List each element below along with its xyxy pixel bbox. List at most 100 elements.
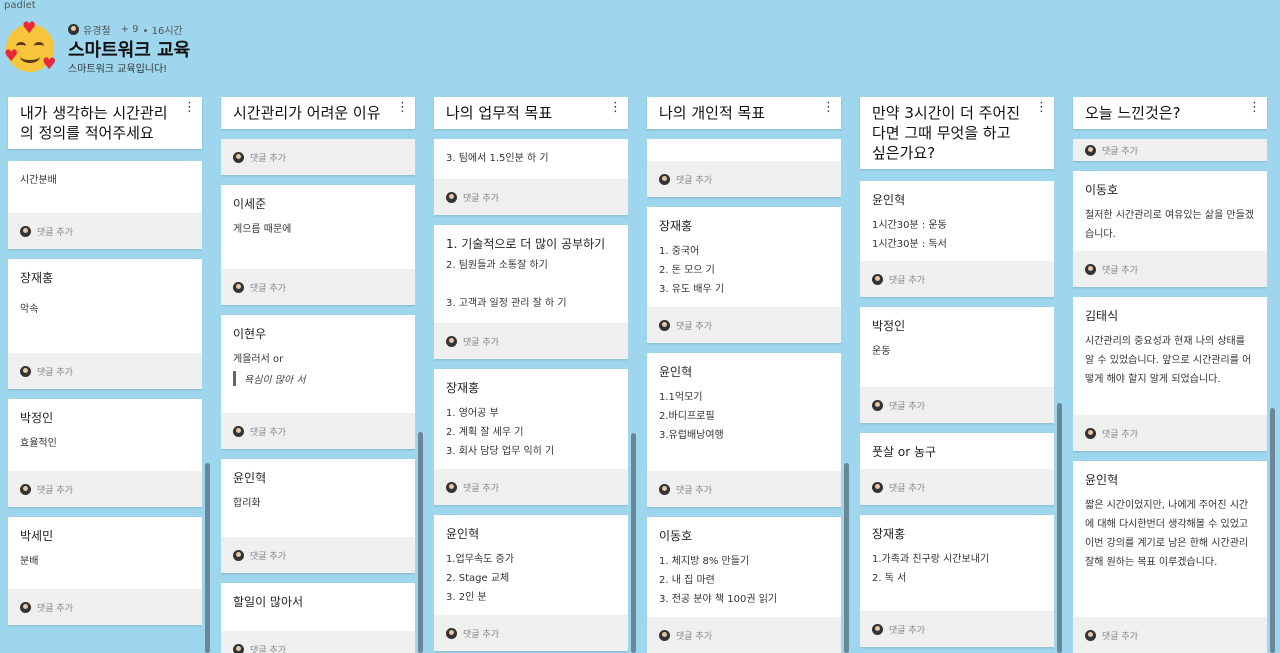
post-card[interactable]: 윤인혁 1.업무속도 증가 2. Stage 교체 3. 2인 분 댓글 추가 bbox=[434, 515, 628, 651]
post-card[interactable]: 박세민 분배 댓글 추가 bbox=[8, 517, 202, 625]
avatar bbox=[233, 151, 244, 163]
smiling-face-with-hearts-icon: ♥ ♥ ♥ bbox=[4, 18, 57, 73]
add-comment-button[interactable]: 댓글 추가 bbox=[221, 631, 415, 653]
post-card[interactable]: 이현우 게을러서 or 욕심이 많아 서 댓글 추가 bbox=[221, 315, 415, 449]
column-header[interactable]: 나의 개인적 목표 ⋮ bbox=[647, 97, 841, 129]
post-author: 1. 기술적으로 더 많이 공부하기 bbox=[446, 237, 606, 251]
column-3: 나의 개인적 목표 ⋮ bbox=[647, 97, 841, 129]
post-author: 장재홍 bbox=[446, 381, 480, 395]
post-card-partial[interactable]: 댓글 추가 bbox=[1073, 139, 1267, 161]
column-header[interactable]: 시간관리가 어려운 이유 ⋮ bbox=[221, 97, 415, 129]
like-count[interactable]: + 9 bbox=[121, 24, 139, 35]
avatar bbox=[872, 623, 883, 635]
more-options-icon[interactable]: ⋮ bbox=[822, 101, 835, 114]
post-card[interactable]: 풋살 or 농구 댓글 추가 bbox=[860, 433, 1054, 505]
post-card[interactable]: 장재홍 1.가족과 친구랑 시간보내기 2. 독 서 댓글 추가 bbox=[860, 515, 1054, 647]
post-card[interactable]: 박정인 운동 댓글 추가 bbox=[860, 307, 1054, 423]
add-comment-button[interactable]: 댓글 추가 bbox=[8, 589, 202, 625]
add-comment-button[interactable]: 댓글 추가 bbox=[1073, 617, 1267, 653]
add-comment-button[interactable]: 댓글 추가 bbox=[647, 161, 841, 197]
more-options-icon[interactable]: ⋮ bbox=[609, 101, 622, 114]
column-title: 시간관리가 어려운 이유 bbox=[233, 104, 381, 122]
add-comment-button[interactable]: 댓글 추가 bbox=[647, 471, 841, 507]
post-text: 합리화 bbox=[233, 498, 261, 509]
add-comment-button[interactable]: 댓글 추가 bbox=[221, 413, 415, 449]
column-2: 나의 업무적 목표 ⋮ bbox=[434, 97, 628, 129]
add-comment-button[interactable]: 댓글 추가 bbox=[221, 537, 415, 573]
post-card[interactable]: 이동호 철저한 시간관리로 여유있는 삶을 만들겠습니다. 댓글 추가 bbox=[1073, 171, 1267, 287]
post-card[interactable]: 이세준 게으름 때문에 댓글 추가 bbox=[221, 185, 415, 305]
avatar bbox=[1085, 629, 1096, 641]
avatar bbox=[872, 399, 883, 411]
column-header[interactable]: 내가 생각하는 시간관리의 정의를 적어주세요 ⋮ bbox=[8, 97, 202, 149]
add-comment-button[interactable]: 댓글 추가 bbox=[1073, 139, 1267, 161]
post-card[interactable]: 윤인혁 1.1억모기 2.바디프로필 3.유럽배낭여행 댓글 추가 bbox=[647, 353, 841, 507]
add-comment-button[interactable]: 댓글 추가 bbox=[8, 353, 202, 389]
post-text: 게을러서 or bbox=[233, 354, 284, 365]
add-comment-button[interactable]: 댓글 추가 bbox=[860, 469, 1054, 505]
post-card[interactable]: 윤인혁 합리화 댓글 추가 bbox=[221, 459, 415, 573]
column-scrollbar[interactable] bbox=[1057, 403, 1062, 653]
column-header[interactable]: 나의 업무적 목표 ⋮ bbox=[434, 97, 628, 129]
column-scrollbar[interactable] bbox=[418, 432, 423, 653]
post-card[interactable]: 할일이 많아서 댓글 추가 bbox=[221, 583, 415, 653]
add-comment-button[interactable]: 댓글 추가 bbox=[1073, 415, 1267, 451]
post-card[interactable]: 이동호 1. 체지방 8% 만들기 2. 내 집 마련 3. 전공 분야 책 1… bbox=[647, 517, 841, 653]
post-card[interactable]: 윤인혁 짧은 시간이었지만, 나에게 주어진 시간에 대해 다시한번더 생각해볼… bbox=[1073, 461, 1267, 653]
add-comment-button[interactable]: 댓글 추가 bbox=[860, 611, 1054, 647]
post-author: 이현우 bbox=[233, 327, 267, 341]
column-scrollbar[interactable] bbox=[631, 433, 636, 653]
add-comment-button[interactable]: 댓글 추가 bbox=[8, 471, 202, 507]
post-card[interactable]: 윤인혁 1시간30분 : 운동 1시간30분 : 독서 댓글 추가 bbox=[860, 181, 1054, 297]
more-options-icon[interactable]: ⋮ bbox=[1035, 101, 1048, 114]
avatar[interactable] bbox=[68, 24, 79, 35]
column-2-cards: 3. 팀에서 1.5인분 하 기 댓글 추가 1. 기술적으로 더 많이 공부하… bbox=[434, 139, 628, 653]
app-brand[interactable]: padlet bbox=[4, 0, 36, 11]
add-comment-button[interactable]: 댓글 추가 bbox=[434, 469, 628, 505]
post-card[interactable]: 장재홍 1. 중국어 2. 돈 모으 기 3. 유도 배우 기 댓글 추가 bbox=[647, 207, 841, 343]
post-card-partial[interactable]: 3. 팀에서 1.5인분 하 기 댓글 추가 bbox=[434, 139, 628, 215]
post-text: 철저한 시간관리로 여유있는 삶을 만들겠습니다. bbox=[1085, 210, 1255, 240]
column-header[interactable]: 만약 3시간이 더 주어진다면 그때 무엇을 하고 싶은가요? ⋮ bbox=[860, 97, 1054, 169]
post-card-partial[interactable]: 댓글 추가 bbox=[221, 139, 415, 175]
more-options-icon[interactable]: ⋮ bbox=[1248, 101, 1261, 114]
column-scrollbar[interactable] bbox=[205, 463, 210, 653]
add-comment-button[interactable]: 댓글 추가 bbox=[1073, 251, 1267, 287]
board-time: • 16시간 bbox=[142, 26, 183, 37]
post-card[interactable]: 김태식 시간관리의 중요성과 현재 나의 상태를 알 수 있었습니다. 앞으로 … bbox=[1073, 297, 1267, 451]
board-subtitle: 스마트워크 교육입니다! bbox=[68, 64, 168, 75]
post-author: 장재홍 bbox=[20, 271, 54, 285]
post-card[interactable]: 시간분배 댓글 추가 bbox=[8, 161, 202, 249]
post-card[interactable]: 장재홍 1. 영어공 부 2. 계획 잘 세우 기 3. 회사 담당 업무 익히… bbox=[434, 369, 628, 505]
avatar bbox=[659, 319, 670, 331]
column-scrollbar[interactable] bbox=[1270, 408, 1275, 653]
add-comment-button[interactable]: 댓글 추가 bbox=[434, 323, 628, 359]
add-comment-button[interactable]: 댓글 추가 bbox=[860, 387, 1054, 423]
post-card[interactable]: 장재홍 악속 댓글 추가 bbox=[8, 259, 202, 389]
add-comment-button[interactable]: 댓글 추가 bbox=[647, 617, 841, 653]
post-author: 할일이 많아서 bbox=[233, 595, 304, 609]
avatar bbox=[233, 549, 244, 561]
board-author[interactable]: 유경철 bbox=[83, 22, 111, 37]
add-comment-button[interactable]: 댓글 추가 bbox=[221, 139, 415, 175]
post-card[interactable]: 1. 기술적으로 더 많이 공부하기 2. 팀원들과 소통잘 하기 3. 고객과… bbox=[434, 225, 628, 359]
post-card[interactable]: 박정인 효율적인 댓글 추가 bbox=[8, 399, 202, 507]
add-comment-button[interactable]: 댓글 추가 bbox=[434, 179, 628, 215]
add-comment-button[interactable]: 댓글 추가 bbox=[860, 261, 1054, 297]
add-comment-button[interactable]: 댓글 추가 bbox=[221, 269, 415, 305]
post-author: 윤인혁 bbox=[1085, 473, 1119, 487]
post-card-partial[interactable]: 댓글 추가 bbox=[647, 139, 841, 197]
add-comment-button[interactable]: 댓글 추가 bbox=[434, 615, 628, 651]
post-text: 운동 bbox=[872, 346, 891, 357]
add-comment-button[interactable]: 댓글 추가 bbox=[647, 307, 841, 343]
avatar bbox=[872, 273, 883, 285]
more-options-icon[interactable]: ⋮ bbox=[183, 101, 196, 114]
column-scrollbar[interactable] bbox=[844, 463, 849, 653]
avatar bbox=[20, 365, 31, 377]
post-text: 시간분배 bbox=[20, 175, 57, 186]
add-comment-button[interactable]: 댓글 추가 bbox=[8, 213, 202, 249]
more-options-icon[interactable]: ⋮ bbox=[396, 101, 409, 114]
post-author: 장재홍 bbox=[872, 527, 906, 541]
post-text: 효율적인 bbox=[20, 438, 57, 449]
column-header[interactable]: 오늘 느낀것은? ⋮ bbox=[1073, 97, 1267, 129]
